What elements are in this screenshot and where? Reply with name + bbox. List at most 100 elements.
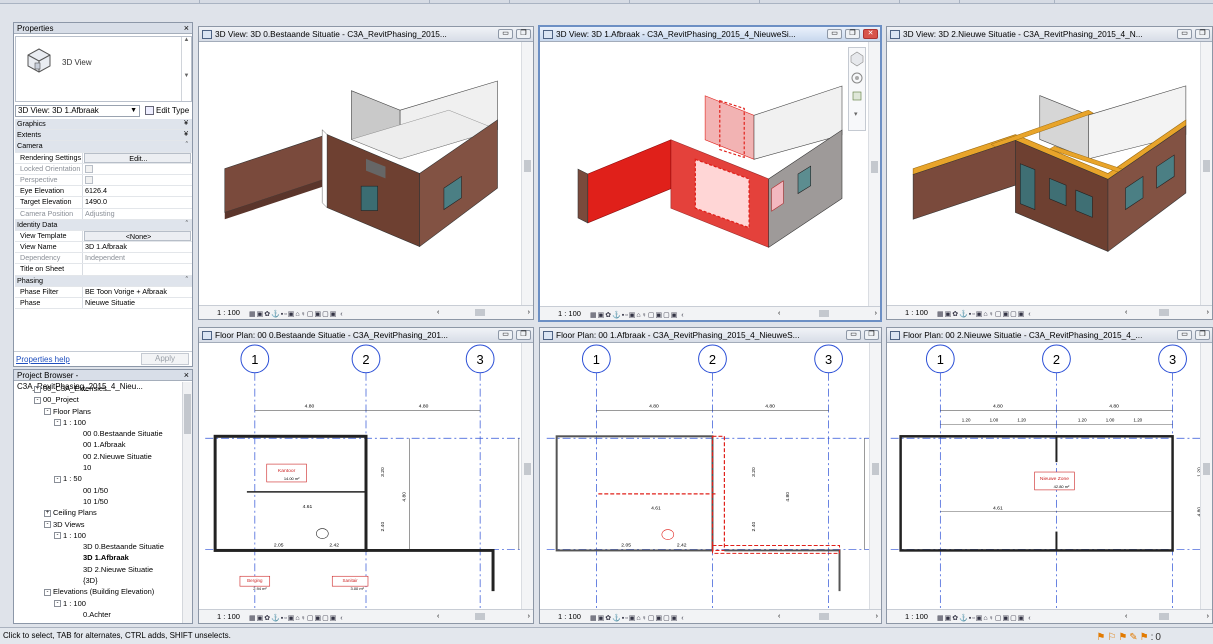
view-scale[interactable]: 1 : 100 (217, 612, 240, 621)
view-title-bar[interactable]: Floor Plan: 00 0.Bestaande Situatie - C3… (199, 328, 533, 343)
vertical-scrollbar[interactable] (1200, 343, 1212, 609)
vertical-scrollbar[interactable] (521, 343, 533, 609)
view-scale[interactable]: 1 : 100 (905, 612, 928, 621)
browser-tree-item[interactable]: -00_Project (14, 394, 182, 405)
minimize-button[interactable]: ▭ (498, 29, 513, 39)
view-title-bar[interactable]: 3D View: 3D 0.Bestaande Situatie - C3A_R… (199, 27, 533, 42)
checkbox[interactable] (85, 176, 93, 185)
horizontal-scrollbar[interactable] (780, 310, 866, 318)
ribbon-tab-room[interactable] (630, 0, 760, 4)
restore-button[interactable]: ❐ (1195, 29, 1210, 39)
expand-toggle-icon[interactable]: - (54, 475, 61, 483)
view-3d-nieuwe[interactable]: 3D View: 3D 2.Nieuwe Situatie - C3A_Revi… (886, 26, 1213, 320)
browser-tree-item[interactable]: -1 : 100 (14, 417, 182, 428)
minimize-button[interactable]: ▭ (1177, 29, 1192, 39)
property-group[interactable]: Phasing ˆ (15, 275, 192, 287)
expand-toggle-icon[interactable]: - (34, 396, 41, 404)
instance-selector-dropdown[interactable]: 3D View: 3D 1.Afbraak ▼ (15, 105, 140, 117)
expand-toggle-icon[interactable]: - (44, 408, 51, 416)
expand-toggle-icon[interactable]: - (44, 521, 51, 529)
collapse-icon[interactable]: ˆ (186, 220, 188, 230)
restore-button[interactable]: ❐ (864, 330, 879, 340)
property-value-button[interactable]: <None> (84, 230, 191, 242)
browser-scrollbar[interactable] (182, 382, 192, 623)
scroll-right-icon[interactable]: › (875, 307, 877, 320)
view-plan-bestaande[interactable]: Floor Plan: 00 0.Bestaande Situatie - C3… (198, 327, 534, 624)
expand-toggle-icon[interactable]: - (44, 588, 51, 596)
ribbon-tab-datum[interactable] (900, 0, 960, 4)
property-group[interactable]: Camera ˆ (15, 141, 192, 153)
property-group[interactable]: Graphics ¥ (15, 119, 192, 131)
browser-tree-item[interactable]: 00 2.Nieuwe Situatie (14, 451, 182, 462)
view-control-icons[interactable]: ▦▣✿⚓▪▫▣⌂♀▢▣▢▣ ‹ (590, 612, 685, 623)
horizontal-scrollbar[interactable] (780, 613, 867, 621)
browser-tree-item[interactable]: -1 : 50 (14, 473, 182, 484)
browser-tree-item[interactable]: 3D 2.Nieuwe Situatie (14, 564, 182, 575)
view-scale[interactable]: 1 : 100 (217, 308, 240, 317)
browser-tree-item[interactable]: 10 1/50 (14, 496, 182, 507)
minimize-button[interactable]: ▭ (498, 330, 513, 340)
type-scroll[interactable]: ▲ ▼ (181, 37, 191, 101)
view-title-bar[interactable]: 3D View: 3D 1.Afbraak - C3A_RevitPhasing… (540, 27, 880, 42)
ribbon-tab-opening[interactable] (760, 0, 900, 4)
navigation-bar[interactable]: ▾ (848, 47, 866, 131)
collapse-icon[interactable]: ˆ (186, 141, 188, 151)
view-title-bar[interactable]: Floor Plan: 00 2.Nieuwe Situatie - C3A_R… (887, 328, 1212, 343)
property-value[interactable]: 3D 1.Afbraak (83, 242, 192, 252)
view-3d-bestaande[interactable]: 3D View: 3D 0.Bestaande Situatie - C3A_R… (198, 26, 534, 320)
browser-tree-item[interactable]: -3D Views (14, 519, 182, 530)
property-value[interactable] (83, 175, 192, 185)
ribbon-tab-circulation[interactable] (430, 0, 510, 4)
property-value[interactable] (83, 264, 192, 274)
browser-tree-item[interactable]: -1 : 100 (14, 530, 182, 541)
apply-button[interactable]: Apply (141, 353, 189, 365)
property-value[interactable]: Nieuwe Situatie (83, 298, 192, 308)
view-plan-nieuwe[interactable]: Floor Plan: 00 2.Nieuwe Situatie - C3A_R… (886, 327, 1213, 624)
view-control-icons[interactable]: ▦▣✿⚓▪▫▣⌂♀▢▣▢▣ ‹ (590, 309, 685, 320)
browser-tree-item[interactable]: {3D} (14, 575, 182, 586)
restore-button[interactable]: ❐ (516, 29, 531, 39)
vertical-scrollbar[interactable] (868, 42, 880, 306)
view-control-icons[interactable]: ▦▣✿⚓▪▫▣⌂♀▢▣▢▣ ‹ (937, 612, 1032, 623)
view-control-icons[interactable]: ▦▣✿⚓▪▫▣⌂♀▢▣▢▣ ‹ (937, 308, 1032, 319)
property-value[interactable]: Independent (83, 253, 192, 263)
browser-tree-item[interactable]: 0.Achter (14, 609, 182, 620)
property-value[interactable] (83, 164, 192, 174)
browser-tree-item[interactable]: 00 0.Bestaande Situatie (14, 428, 182, 439)
view-canvas[interactable]: 1 2 3 4.80 4.80 Kantoor 14.00 m² 4.61 2.… (199, 343, 533, 609)
view-3d-afbraak[interactable]: 3D View: 3D 1.Afbraak - C3A_RevitPhasing… (538, 25, 882, 322)
properties-close-button[interactable]: × (184, 23, 189, 34)
horizontal-scrollbar[interactable] (1127, 613, 1198, 621)
view-canvas[interactable]: 1 2 3 4.80 4.80 1.20 1.00 1.20 1.20 1.00… (887, 343, 1212, 609)
restore-button[interactable]: ❐ (1195, 330, 1210, 340)
restore-button[interactable]: ❐ (845, 29, 860, 39)
view-scale[interactable]: 1 : 100 (558, 309, 581, 318)
view-title-bar[interactable]: 3D View: 3D 2.Nieuwe Situatie - C3A_Revi… (887, 27, 1212, 42)
collapse-icon[interactable]: ˆ (186, 276, 188, 286)
expand-toggle-icon[interactable]: + (34, 385, 41, 393)
property-group[interactable]: Identity Data ˆ (15, 219, 192, 231)
properties-help-link[interactable]: Properties help (16, 355, 70, 364)
property-value[interactable]: 1490.0 (83, 197, 192, 207)
edit-type-button[interactable]: Edit Type (145, 105, 189, 116)
scroll-right-icon[interactable]: › (1207, 306, 1209, 319)
view-control-icons[interactable]: ▦▣✿⚓▪▫▣⌂♀▢▣▢▣ ‹ (249, 308, 344, 319)
ribbon-tab-select[interactable] (0, 0, 200, 4)
type-selector[interactable]: 3D View ▲ ▼ (15, 36, 192, 102)
property-value[interactable]: 6126.4 (83, 186, 192, 196)
browser-tree-item[interactable]: -1 : 100 (14, 598, 182, 609)
vertical-scrollbar[interactable] (869, 343, 881, 609)
view-canvas[interactable] (887, 42, 1212, 305)
selection-filter-icons[interactable]: ⚑⚐⚑✎⚑:0 (1096, 630, 1163, 644)
horizontal-scrollbar[interactable] (439, 613, 519, 621)
collapse-icon[interactable]: ¥ (184, 119, 188, 129)
browser-tree-item[interactable]: - Elevations (Building Elevation) (14, 586, 182, 597)
expand-toggle-icon[interactable]: - (54, 600, 61, 608)
ribbon-tab-workplane[interactable] (960, 0, 1055, 4)
restore-button[interactable]: ❐ (516, 330, 531, 340)
property-group[interactable]: Extents ¥ (15, 130, 192, 142)
expand-toggle-icon[interactable]: + (44, 509, 51, 517)
minimize-button[interactable]: ▭ (827, 29, 842, 39)
horizontal-scrollbar[interactable] (439, 309, 519, 317)
view-scale[interactable]: 1 : 100 (905, 308, 928, 317)
